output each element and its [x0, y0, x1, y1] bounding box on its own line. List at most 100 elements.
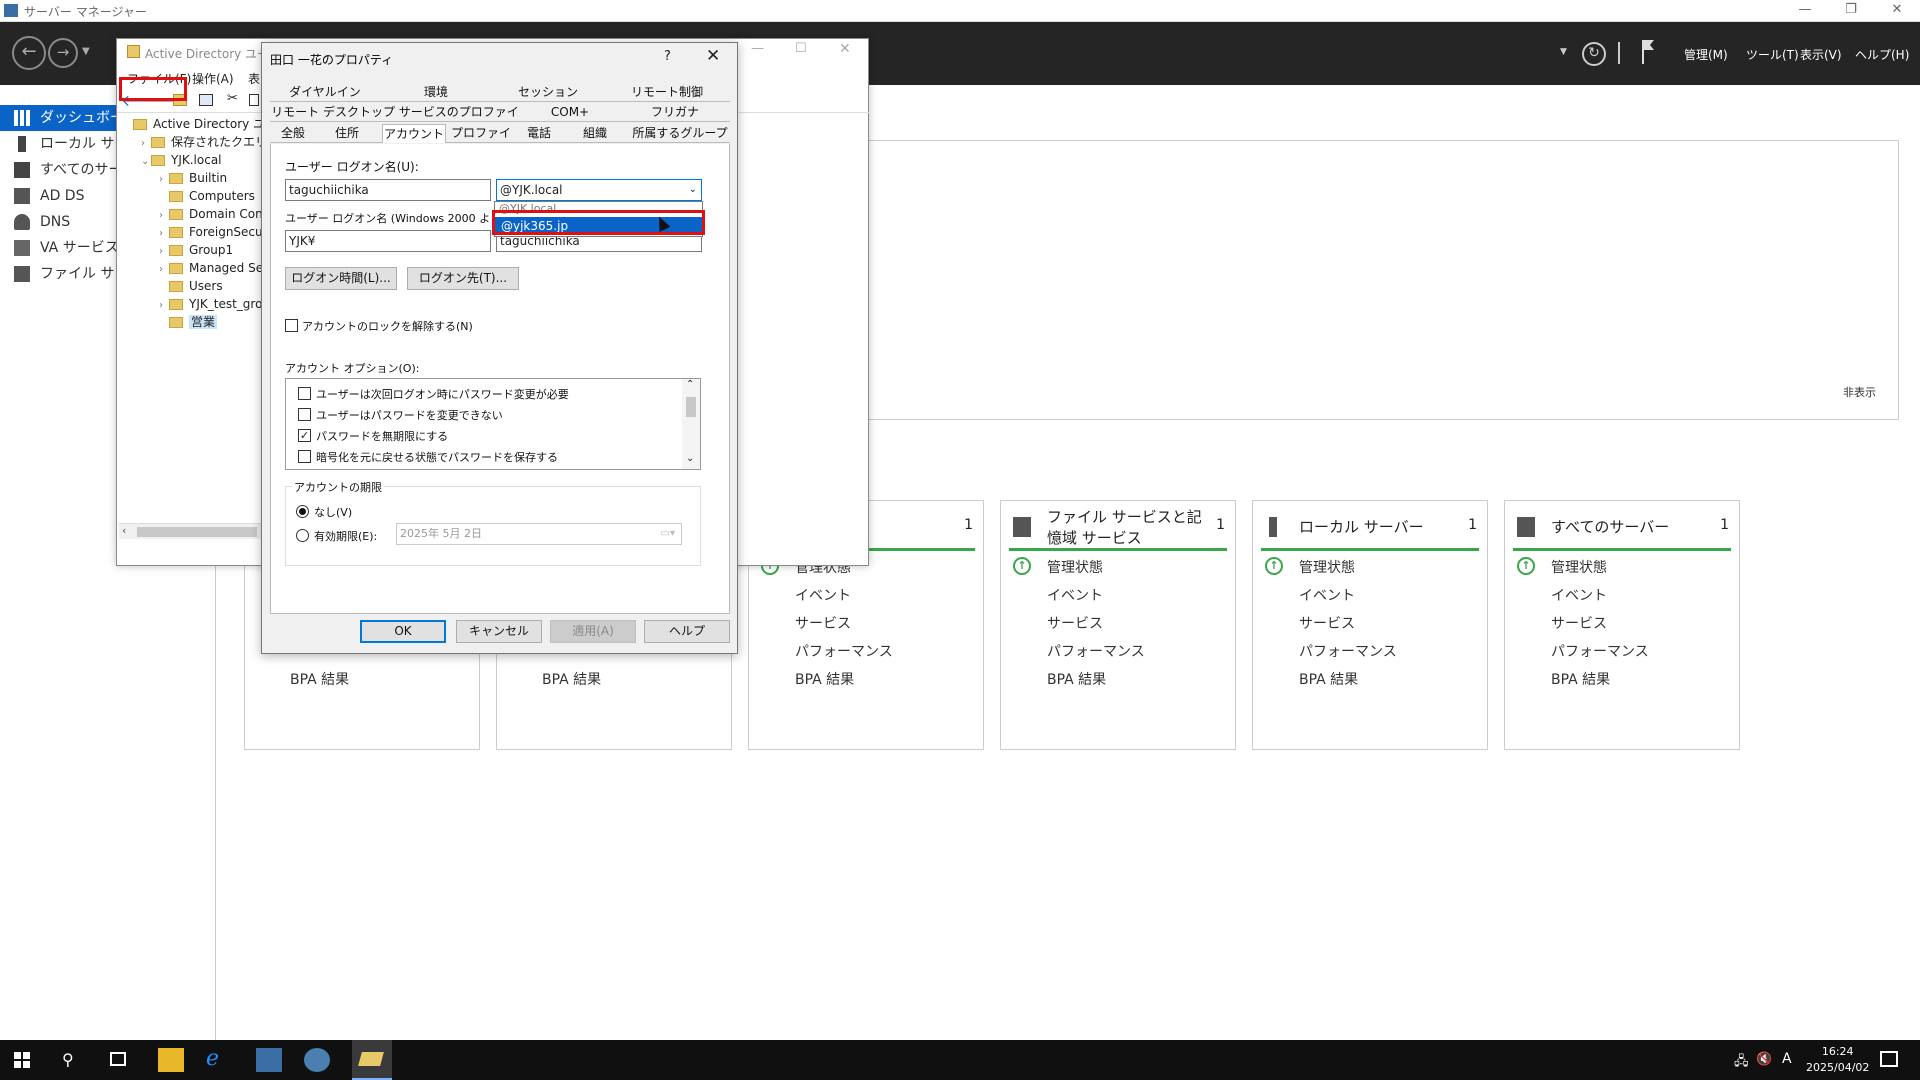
tile-row-performance[interactable]: パフォーマンス [795, 641, 893, 661]
upn-suffix-select[interactable]: @YJK.local ⌄ [496, 179, 702, 201]
refresh-icon[interactable]: ↻ [1582, 42, 1606, 66]
tab-organization[interactable]: 組織 [562, 124, 628, 143]
role-tile-all-servers[interactable]: すべてのサーバー 1 ↑ 管理状態 イベント サービス パフォーマンス BPA … [1504, 500, 1740, 750]
tile-row-services[interactable]: サービス [795, 613, 851, 633]
tile-row-bpa[interactable]: BPA 結果 [542, 669, 601, 689]
logon-hours-button[interactable]: ログオン時間(L)... [285, 267, 397, 290]
notification-center-icon[interactable] [1880, 1051, 1898, 1067]
ad-users-taskbar-icon[interactable] [352, 1040, 392, 1080]
menu-help[interactable]: ヘルプ(H) [1855, 46, 1909, 63]
tab-general[interactable]: 全般 [270, 124, 316, 143]
task-view-icon[interactable] [110, 1052, 126, 1066]
tile-row-events[interactable]: イベント [795, 585, 851, 605]
expires-end-of-radio[interactable] [296, 529, 309, 542]
tile-row-events[interactable]: イベント [1299, 585, 1355, 605]
back-button[interactable]: ← [12, 36, 46, 70]
expires-never-radio[interactable] [296, 505, 309, 518]
menu-tools[interactable]: ツール(T) [1746, 46, 1799, 63]
tile-row-services[interactable]: サービス [1299, 613, 1355, 633]
role-tile-local-server[interactable]: ローカル サーバー 1 ↑ 管理状態 イベント サービス パフォーマンス BPA… [1252, 500, 1488, 750]
console-tree-icon[interactable] [199, 94, 213, 106]
restore-button[interactable]: ❐ [1836, 1, 1866, 21]
tile-row-performance[interactable]: パフォーマンス [1047, 641, 1145, 661]
notifications-flag-icon[interactable] [1642, 40, 1656, 64]
scroll-thumb[interactable] [137, 527, 257, 537]
tile-row-performance[interactable]: パフォーマンス [1299, 641, 1397, 661]
tab-profile[interactable]: プロファイル [446, 124, 516, 159]
tab-rds-profile[interactable]: リモート デスクトップ サービスのプロファイル [270, 103, 520, 138]
minimize-button[interactable]: — [1790, 1, 1820, 21]
tile-row-events[interactable]: イベント [1551, 585, 1607, 605]
options-vscrollbar[interactable]: ⌃ ⌄ [682, 379, 700, 469]
dialog-close-button[interactable]: ✕ [706, 46, 720, 66]
tab-address[interactable]: 住所 [316, 124, 378, 143]
server-manager-taskbar-icon[interactable] [256, 1048, 282, 1072]
tile-row-bpa[interactable]: BPA 結果 [795, 669, 854, 689]
ime-indicator[interactable]: A [1782, 1051, 1792, 1067]
tab-account[interactable]: アカウント [382, 124, 446, 143]
tile-row-bpa[interactable]: BPA 結果 [290, 669, 349, 689]
network-tool-taskbar-icon[interactable] [304, 1048, 330, 1072]
tile-row-performance[interactable]: パフォーマンス [1551, 641, 1649, 661]
tile-row-bpa[interactable]: BPA 結果 [1047, 669, 1106, 689]
tile-row-bpa[interactable]: BPA 結果 [1299, 669, 1358, 689]
unlock-account-checkbox[interactable] [285, 319, 298, 332]
ad-close-button[interactable]: ✕ [839, 41, 851, 57]
ad-menu-view[interactable]: 表 [248, 70, 260, 87]
role-tile-file-services[interactable]: ファイル サービスと記憶域 サービス 1 ↑ 管理状態 イベント サービス パフ… [1000, 500, 1236, 750]
refresh-dropdown-icon[interactable]: ▼ [1560, 47, 1567, 57]
start-windows-icon[interactable] [14, 1052, 30, 1068]
tile-row-manageability[interactable]: 管理状態 [1551, 557, 1607, 577]
pre2000-domain-input[interactable]: YJK¥ [285, 230, 491, 252]
scroll-down-icon[interactable]: ⌄ [686, 453, 694, 464]
option-checkbox[interactable] [298, 408, 311, 421]
internet-explorer-icon[interactable]: ℯ [206, 1048, 232, 1072]
tile-row-events[interactable]: イベント [1047, 585, 1103, 605]
tab-com-plus[interactable]: COM+ [520, 103, 620, 122]
option-checkbox[interactable] [298, 387, 311, 400]
scroll-up-icon[interactable]: ⌃ [686, 379, 694, 390]
cut-icon[interactable]: ✂ [227, 91, 238, 106]
cancel-button[interactable]: キャンセル [456, 620, 542, 643]
tile-row-services[interactable]: サービス [1551, 613, 1607, 633]
tile-row-manageability[interactable]: 管理状態 [1047, 557, 1103, 577]
menu-view[interactable]: 表示(V) [1800, 46, 1842, 63]
forward-button[interactable]: → [48, 38, 78, 68]
tab-dial-in[interactable]: ダイヤルイン [270, 83, 380, 102]
tile-row-manageability[interactable]: 管理状態 [1299, 557, 1355, 577]
ad-menu-action[interactable]: 操作(A) [192, 70, 234, 87]
scroll-thumb[interactable] [686, 397, 696, 417]
history-dropdown-icon[interactable]: ▼ [82, 46, 90, 57]
scroll-left-icon[interactable]: ‹ [122, 524, 126, 537]
volume-muted-tray-icon[interactable]: 🔇 [1756, 1052, 1772, 1067]
tab-remote-control[interactable]: リモート制御 [604, 83, 730, 102]
tile-row-bpa[interactable]: BPA 結果 [1551, 669, 1610, 689]
ad-minimize-button[interactable]: — [751, 41, 764, 56]
logon-name-input[interactable]: taguchiichika [285, 179, 491, 201]
tab-member-of[interactable]: 所属するグループ [630, 124, 730, 143]
tree-item-label: YJK.local [171, 153, 222, 167]
tab-furigana[interactable]: フリガナ [620, 103, 730, 122]
ad-maximize-button[interactable]: ☐ [795, 41, 807, 56]
search-icon[interactable]: ⚲ [62, 1050, 74, 1069]
menu-manage[interactable]: 管理(M) [1684, 46, 1728, 63]
hide-welcome-link[interactable]: 非表示 [1843, 384, 1876, 400]
dialog-help-button[interactable]: ? [664, 49, 671, 64]
tab-environment[interactable]: 環境 [380, 83, 492, 102]
expiry-date-picker[interactable]: 2025年 5月 2日 ▭▾ [396, 523, 682, 545]
tab-telephones[interactable]: 電話 [516, 124, 562, 143]
network-tray-icon[interactable]: 🖧 [1734, 1052, 1749, 1074]
tile-row-services[interactable]: サービス [1047, 613, 1103, 633]
ok-button[interactable]: OK [360, 620, 446, 643]
expand-icon[interactable]: ⌄ [141, 153, 151, 171]
option-checkbox[interactable] [298, 450, 311, 463]
file-explorer-icon[interactable] [158, 1048, 184, 1072]
help-button[interactable]: ヘルプ [644, 620, 730, 643]
apply-button[interactable]: 適用(A) [550, 620, 636, 643]
tab-sessions[interactable]: セッション [492, 83, 604, 102]
copy-icon[interactable] [249, 94, 259, 106]
close-button[interactable]: ✕ [1882, 1, 1912, 21]
option-checkbox[interactable]: ✓ [298, 429, 311, 442]
logon-to-button[interactable]: ログオン先(T)... [407, 267, 519, 290]
clock[interactable]: 16:24 2025/04/02 [1806, 1044, 1869, 1076]
